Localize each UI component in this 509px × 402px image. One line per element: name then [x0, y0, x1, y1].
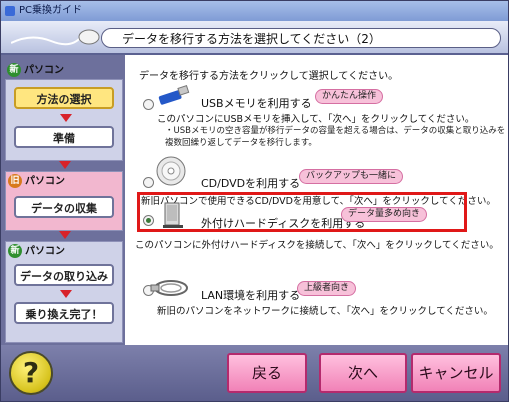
help-button[interactable]: ?	[9, 351, 53, 395]
new-badge-icon: 新	[7, 63, 21, 77]
option-external-hdd-desc: このパソコンに外付けハードディスクを接続して、「次へ」をクリックしてください。	[135, 240, 499, 251]
option-usb-tag: かんたん操作	[315, 89, 384, 104]
back-button[interactable]: 戻る	[227, 353, 307, 393]
instruction-text: データを移行する方法をクリックして選択してください。	[139, 71, 399, 82]
mouse-cable-icon	[11, 29, 100, 46]
external-hdd-icon	[163, 202, 183, 228]
window-title: PC乗換ガイド	[19, 5, 83, 16]
sidebar-panel-new-2: 新パソコン データの取り込み 乗り換え完了！	[5, 241, 123, 343]
option-lan[interactable]: LAN環境を利用する 上級者向き 新旧のパソコンをネットワークに接続して、「次へ…	[135, 273, 505, 317]
sidebar-panel-old: 旧パソコン データの収集	[5, 171, 123, 231]
option-usb-desc: このパソコンにUSBメモリを挿入して、「次へ」をクリックしてください。	[157, 114, 475, 125]
step-data-collect[interactable]: データの収集	[14, 196, 114, 218]
option-cd-dvd[interactable]: CD/DVDを利用する バックアップも一緒に 新旧パソコンで使用できるCD/DV…	[135, 155, 505, 207]
next-button[interactable]: 次へ	[319, 353, 407, 393]
sidebar-group-label: パソコン	[25, 246, 65, 257]
down-arrow-icon	[60, 290, 72, 298]
step-data-import[interactable]: データの取り込み	[14, 264, 114, 286]
footer-bar: ? 戻る 次へ キャンセル	[1, 345, 508, 401]
option-usb-note: ・USBメモリの空き容量が移行データの容量を超える場合は、データの収集と取り込み…	[165, 126, 506, 136]
option-lan-tag: 上級者向き	[297, 281, 357, 296]
sidebar-group-new-2: 新パソコン	[8, 244, 65, 260]
main-content: データを移行する方法をクリックして選択してください。 USBメモリを利用する か…	[125, 55, 508, 345]
sidebar-panel-new-1: 方法の選択 準備	[5, 79, 123, 161]
sidebar-group-old: 旧パソコン	[8, 174, 65, 190]
option-external-hdd-tag: データ量多め向き	[341, 207, 428, 222]
down-arrow-icon	[60, 114, 72, 122]
radio-usb[interactable]	[143, 99, 154, 110]
usb-memory-icon	[158, 85, 190, 105]
cd-dvd-icon	[156, 156, 186, 186]
down-arrow-icon	[59, 231, 71, 239]
step-method-select[interactable]: 方法の選択	[14, 87, 114, 109]
radio-external-hdd[interactable]	[143, 215, 154, 226]
old-badge-icon: 旧	[8, 174, 22, 188]
title-bar: PC乗換ガイド	[1, 1, 508, 21]
sidebar-group-new-1: 新パソコン	[7, 63, 64, 79]
option-usb-label: USBメモリを利用する	[201, 97, 312, 110]
app-window: PC乗換ガイド データを移行する方法を選択してください（2） 新パソコン 方法の…	[0, 0, 509, 402]
cancel-button[interactable]: キャンセル	[411, 353, 501, 393]
new-badge-icon: 新	[8, 244, 22, 258]
option-external-hdd[interactable]: 外付けハードディスクを利用する データ量多め向き このパソコンに外付けハードディ…	[135, 202, 505, 251]
app-icon	[5, 6, 15, 16]
lan-cable-icon	[150, 280, 188, 296]
option-cd-dvd-tag: バックアップも一緒に	[299, 169, 404, 184]
option-lan-label: LAN環境を利用する	[201, 289, 301, 302]
step-finish[interactable]: 乗り換え完了！	[14, 302, 114, 324]
page-title: データを移行する方法を選択してください（2）	[101, 28, 501, 48]
down-arrow-icon	[59, 161, 71, 169]
step-prepare[interactable]: 準備	[14, 126, 114, 148]
option-lan-desc: 新旧のパソコンをネットワークに接続して、「次へ」をクリックしてください。	[157, 306, 493, 317]
sidebar: 新パソコン 方法の選択 準備 旧パソコン データの収集 新パソコン データの取り…	[1, 55, 125, 345]
option-cd-dvd-label: CD/DVDを利用する	[201, 177, 301, 190]
sidebar-group-label: パソコン	[25, 176, 65, 187]
sidebar-group-label: パソコン	[24, 65, 64, 76]
option-usb-note-2: 複数回繰り返してデータを移行します。	[165, 138, 317, 148]
option-usb[interactable]: USBメモリを利用する かんたん操作 このパソコンにUSBメモリを挿入して、「次…	[135, 85, 505, 151]
radio-cd-dvd[interactable]	[143, 177, 154, 188]
header-band: データを移行する方法を選択してください（2）	[1, 21, 508, 55]
